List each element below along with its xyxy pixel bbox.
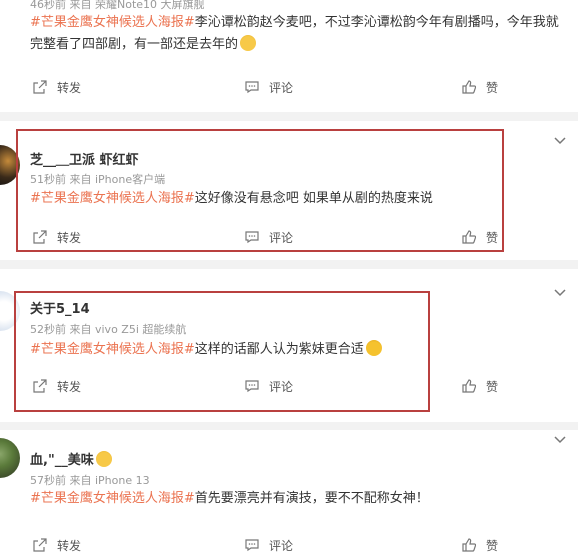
- post-actions: 转发 评论 赞: [0, 535, 578, 555]
- post-card: 血,"__美味 57秒前 来自 iPhone 13 #芒果金鹰女神候选人海报#首…: [0, 430, 578, 559]
- repost-label: 转发: [57, 538, 82, 553]
- post-text: #芒果金鹰女神候选人海报#首先要漂亮并有演技，要不不配称女神！: [30, 488, 570, 510]
- post-actions: 转发 评论 赞: [0, 77, 578, 97]
- comment-icon: [245, 81, 259, 94]
- repost-button[interactable]: 转发: [33, 535, 81, 555]
- comment-label: 评论: [269, 538, 294, 553]
- comment-button[interactable]: 评论: [245, 77, 293, 97]
- comment-icon: [245, 539, 259, 552]
- repost-button[interactable]: 转发: [33, 77, 81, 97]
- chevron-down-icon[interactable]: [554, 436, 566, 444]
- like-label: 赞: [486, 538, 499, 553]
- like-button[interactable]: 赞: [462, 376, 498, 396]
- repost-icon: [33, 80, 47, 94]
- like-label: 赞: [486, 379, 499, 394]
- post-meta: 46秒前 来自 荣耀Note10 大屏旗舰: [30, 0, 205, 11]
- like-button[interactable]: 赞: [462, 77, 498, 97]
- laughing-crying-emoji: [240, 35, 257, 51]
- highlight-box: [14, 291, 430, 412]
- avatar[interactable]: [0, 438, 20, 478]
- repost-icon: [33, 538, 47, 552]
- hashtag-link[interactable]: #芒果金鹰女神候选人海报#: [30, 15, 195, 30]
- thumbs-up-icon: [462, 80, 476, 94]
- like-button[interactable]: 赞: [462, 535, 498, 555]
- comment-button[interactable]: 评论: [245, 535, 293, 555]
- highlight-box: [16, 129, 504, 252]
- post-card: 46秒前 来自 荣耀Note10 大屏旗舰 #芒果金鹰女神候选人海报#李沁谭松韵…: [0, 0, 578, 112]
- chevron-down-icon[interactable]: [554, 137, 566, 145]
- post-meta: 57秒前 来自 iPhone 13: [30, 474, 150, 487]
- chevron-down-icon[interactable]: [554, 289, 566, 297]
- username: 血,"__美味: [30, 449, 112, 468]
- heart-eyes-emoji: [95, 451, 112, 467]
- repost-label: 转发: [57, 80, 82, 95]
- thumbs-up-icon: [462, 379, 476, 393]
- thumbs-up-icon: [462, 538, 476, 552]
- post-text: #芒果金鹰女神候选人海报#李沁谭松韵赵今麦吧，不过李沁谭松韵今年有剧播吗，今年我…: [30, 12, 570, 56]
- post-body: 首先要漂亮并有演技，要不不配称女神！: [194, 491, 429, 506]
- hashtag-link[interactable]: #芒果金鹰女神候选人海报#: [30, 491, 195, 506]
- username-link[interactable]: 血,"__美味: [30, 453, 94, 468]
- like-label: 赞: [486, 80, 499, 95]
- comment-label: 评论: [269, 80, 294, 95]
